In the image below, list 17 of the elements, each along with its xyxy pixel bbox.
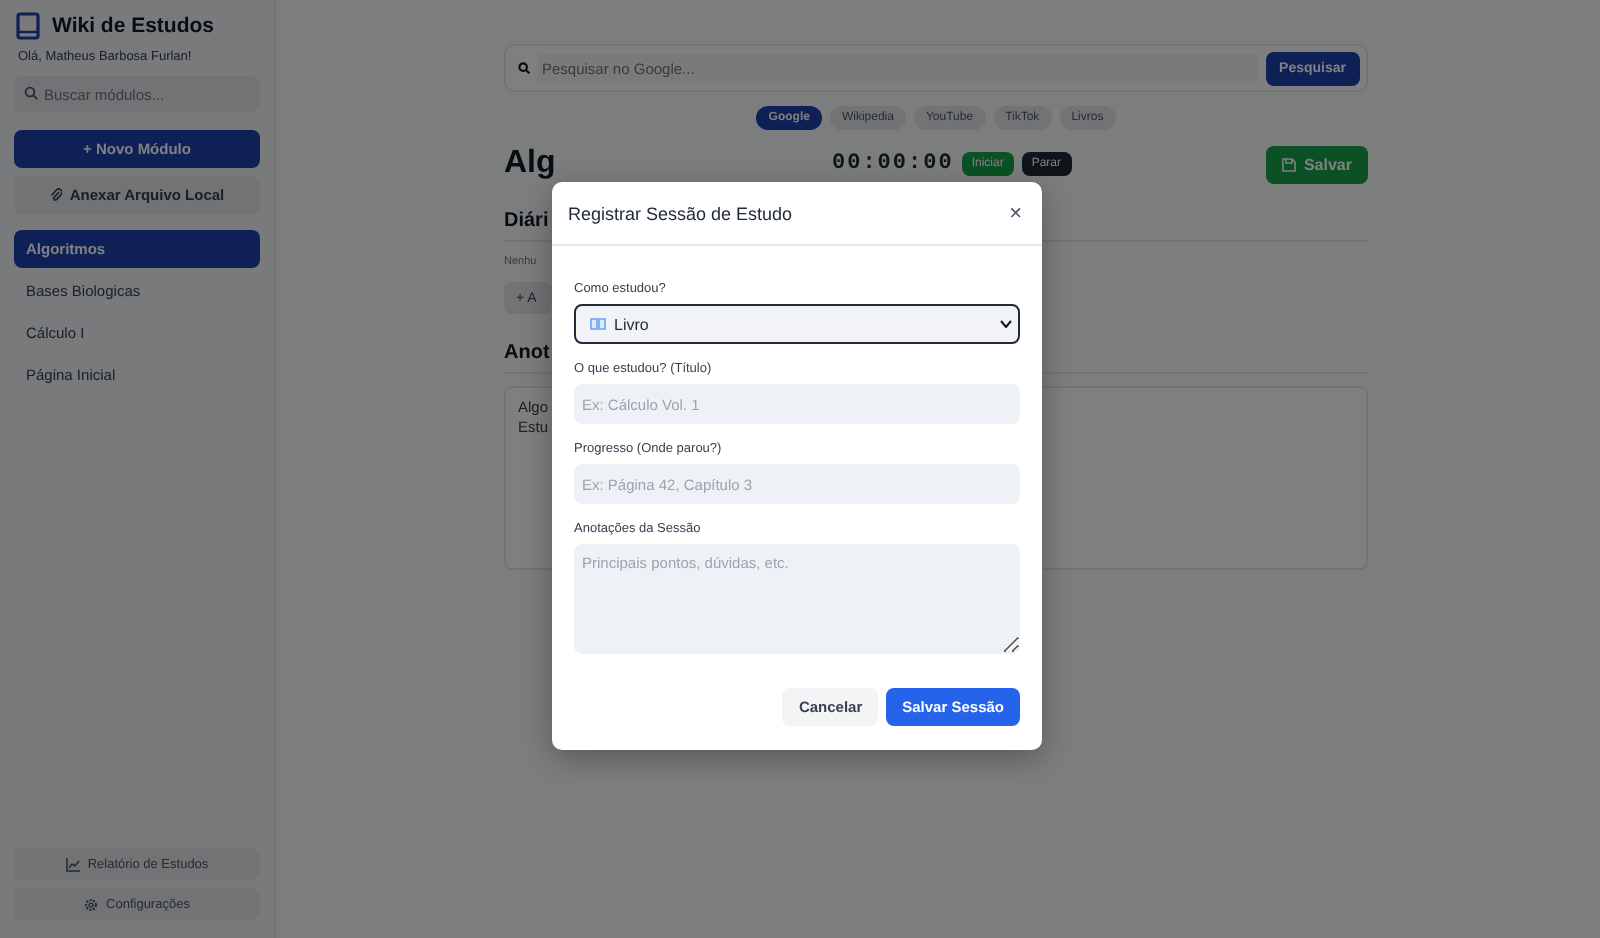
page-title: Alg (504, 146, 558, 182)
gear-icon (84, 897, 99, 911)
search-icon (518, 62, 530, 74)
study-type-select[interactable]: Livro (574, 304, 1020, 344)
book-icon (16, 12, 40, 40)
floppy-icon (1281, 157, 1296, 171)
app-title: Wiki de Estudos (52, 14, 215, 38)
section-heading: Anot (504, 342, 552, 364)
timer-text: 00:00:00 (832, 152, 954, 176)
save-button[interactable]: Salvar (1265, 145, 1368, 183)
chart-icon (65, 857, 80, 871)
book-icon (590, 318, 606, 330)
chevron-down-icon (1000, 320, 1012, 328)
paperclip-icon (49, 188, 62, 202)
section-heading: Diári (504, 210, 551, 232)
close-button[interactable]: × (1005, 201, 1026, 225)
dialog-title: Registrar Sessão de Estudo (568, 203, 793, 223)
